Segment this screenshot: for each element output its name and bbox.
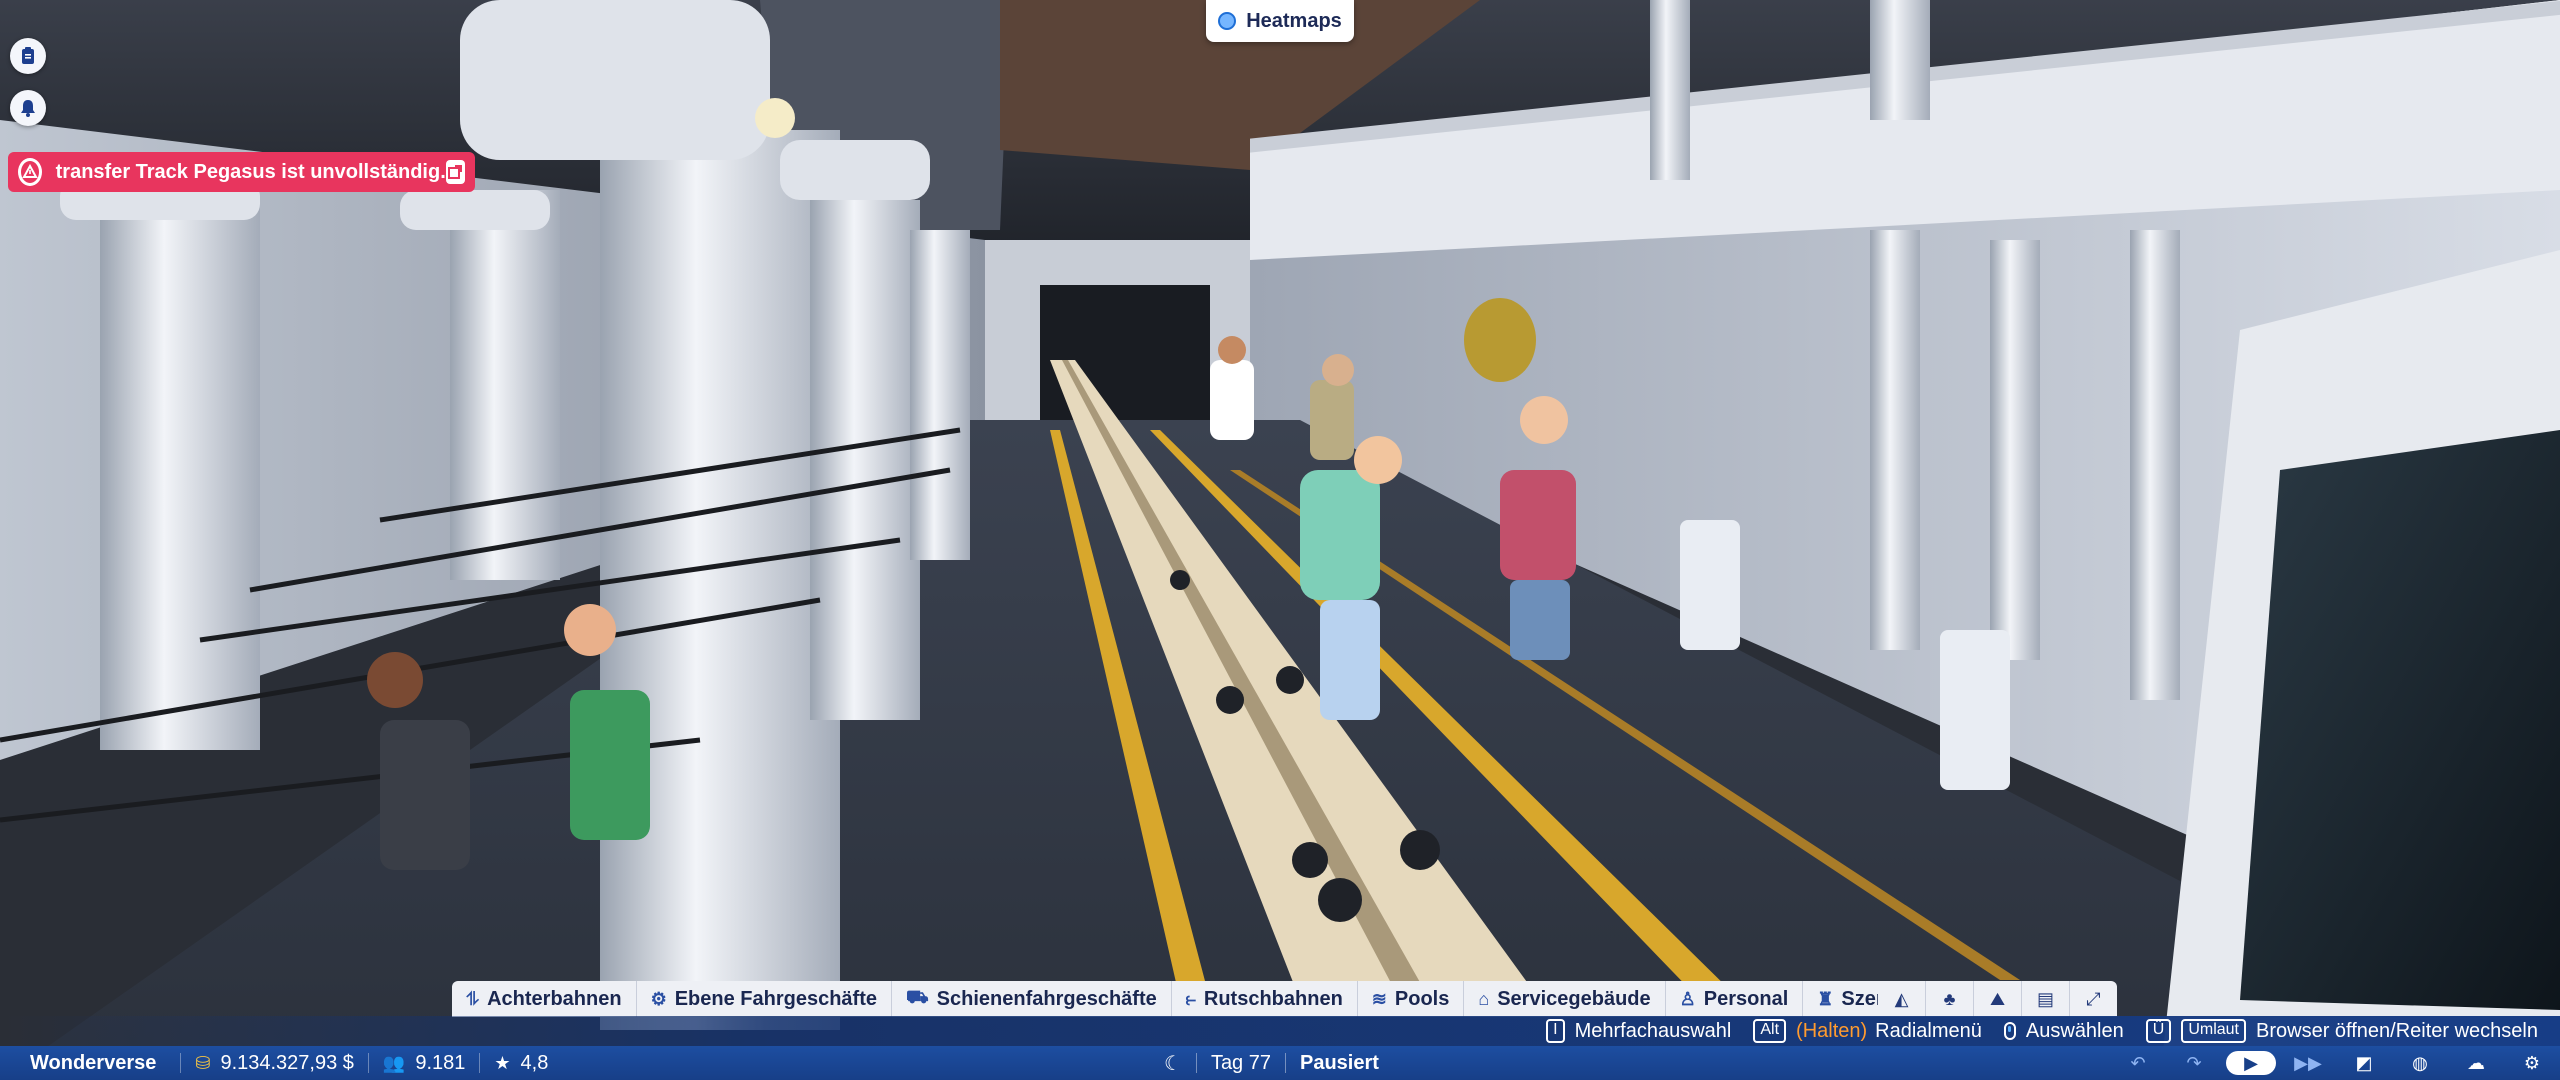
radial-menu-hint: Radialmenü [1875,1019,1982,1042]
track-ride-icon: ⛟ [906,987,929,1007]
tasks-button[interactable] [10,38,46,74]
flat-ride-icon: ⚙ [650,988,667,1009]
select-hint: Auswählen [2025,1019,2124,1042]
key-i: I [1546,1019,1565,1043]
browser-hint: Browser öffnen/Reiter wechseln [2256,1019,2538,1042]
warning-icon [18,158,42,186]
key-alt: Alt [1753,1019,1787,1043]
key-ue: Ü [2145,1019,2172,1043]
category-schienenfahrgeschaefte[interactable]: ⛟ Schienenfahrgeschäfte [892,981,1172,1017]
heatmap-icon [1218,12,1237,30]
key-umlaut: Umlaut [2181,1019,2246,1043]
alert-message: transfer Track Pegasus ist unvollständig… [55,160,446,183]
multiselect-hint: Mehrfachauswahl [1574,1019,1732,1042]
clipboard-icon [22,47,34,64]
category-pools[interactable]: ≋ Pools [1358,981,1465,1017]
staff-icon: ♙ [1679,988,1696,1009]
camera-icon[interactable]: ◩ [2336,1051,2392,1075]
day-counter: Tag 77 [1210,1051,1271,1074]
game-controls: ↶ ↷ ▶ ▶▶ ◩ ◍ ☁ ⚙ [2110,1049,2560,1077]
path-tool-icon[interactable]: ◭ [1878,981,1926,1017]
terrain-tool-icon[interactable]: ⛰ [1974,981,2022,1017]
moon-icon: ☾ [1164,1052,1182,1075]
money-display[interactable]: ⛁ 9.134.327,93 $ [181,1052,369,1074]
category-rutschbahnen[interactable]: ⥼ Rutschbahnen [1172,981,1358,1017]
tree-tool-icon[interactable]: ♣ [1926,981,1974,1017]
category-personal[interactable]: ♙ Personal [1666,981,1804,1017]
notifications-button[interactable] [10,90,46,126]
category-ebene-fahrgeschaefte[interactable]: ⚙ Ebene Fahrgeschäfte [637,981,892,1017]
blueprint-tool-icon[interactable]: ▤ [2022,981,2070,1017]
settings-gear-icon[interactable]: ⚙ [2504,1051,2560,1075]
heatmaps-button[interactable]: Heatmaps [1206,0,1354,42]
redo-icon[interactable]: ↷ [2166,1051,2222,1075]
build-category-bar: ⥮ Achterbahnen ⚙ Ebene Fahrgeschäfte ⛟ Schi… [452,981,1938,1017]
star-icon: ★ [494,1052,511,1073]
open-external-icon[interactable] [445,160,465,184]
slide-icon: ⥼ [1185,988,1196,1009]
park-rating[interactable]: ★ 4,8 [480,1052,562,1074]
mouse-icon [2003,1022,2016,1040]
undo-icon[interactable]: ↶ [2110,1051,2166,1075]
globe-icon[interactable]: ◍ [2392,1051,2448,1075]
tool-bar: ◭ ♣ ⛰ ▤ ⤢ [1878,981,2117,1017]
coins-icon: ⛁ [195,1052,211,1073]
guest-count[interactable]: 👥 9.181 [369,1052,481,1074]
park-name[interactable]: Wonderverse [0,1052,182,1074]
guests-icon: 👥 [382,1052,406,1073]
bell-icon [21,100,35,117]
scenery-icon: ♜ [1817,988,1834,1009]
service-building-icon: ⌂ [1478,988,1490,1009]
fast-forward-icon[interactable]: ▶▶ [2280,1051,2336,1075]
category-servicegebaeude[interactable]: ⌂ Servicegebäude [1464,981,1666,1017]
play-icon[interactable]: ▶ [2226,1051,2276,1075]
fullscreen-icon[interactable]: ⤢ [2070,981,2117,1017]
time-status: ☾ Tag 77 Pausiert [1164,1046,1379,1080]
hold-hint: (Halten) [1796,1019,1868,1042]
weather-icon[interactable]: ☁ [2448,1051,2504,1075]
pool-icon: ≋ [1371,988,1387,1009]
coaster-icon: ⥮ [466,988,480,1009]
heatmaps-label: Heatmaps [1246,9,1342,32]
category-achterbahnen[interactable]: ⥮ Achterbahnen [452,981,637,1017]
control-hints: I Mehrfachauswahl Alt (Halten) Radialmen… [1546,1018,2538,1044]
incomplete-track-alert[interactable]: transfer Track Pegasus ist unvollständig… [8,152,475,192]
paused-label: Pausiert [1300,1051,1379,1074]
